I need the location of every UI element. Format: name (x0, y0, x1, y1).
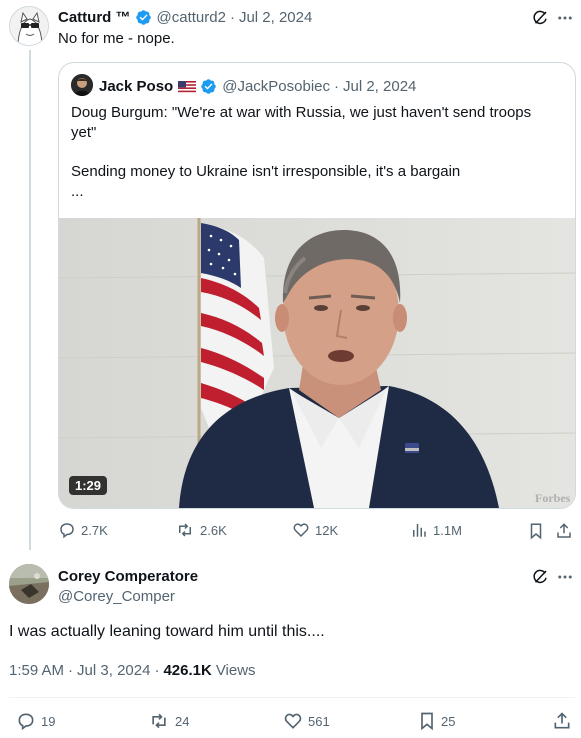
post1-text: No for me - nope. (58, 30, 175, 47)
separator-dot: · (154, 661, 160, 679)
post2-reply-button[interactable]: 19 (16, 711, 55, 731)
video-player[interactable]: Forbes 1:29 (59, 218, 575, 508)
post1-header: Catturd ™ @catturd2 · Jul 2, 2024 (58, 7, 312, 27)
post1-repost-count: 2.6K (200, 522, 227, 538)
share-icon[interactable] (554, 521, 574, 541)
post1-reply-count: 2.7K (81, 522, 108, 538)
post2-views-label: Views (215, 661, 256, 679)
us-flag-icon (178, 80, 197, 93)
post1-like-count: 12K (315, 522, 339, 538)
quote-date: Jul 2, 2024 (343, 77, 417, 95)
post2-text: I was actually leaning toward him until … (9, 623, 325, 640)
post1-date[interactable]: Jul 2, 2024 (239, 9, 312, 26)
quote-header: Jack Poso @JackPosobiec · Jul 2, 2024 (99, 76, 416, 96)
verified-badge-icon (135, 9, 152, 26)
quote-text-line1: Doug Burgum: "We're at war with Russia, … (71, 104, 532, 121)
post2-bookmark-count: 25 (441, 713, 456, 729)
forbes-watermark: Forbes (535, 491, 571, 505)
more-options-icon[interactable] (554, 7, 576, 29)
like-icon (284, 713, 302, 729)
thread-connector-line (29, 50, 31, 550)
post2-time[interactable]: 1:59 AM (9, 662, 64, 679)
post2-author-name[interactable]: Corey Comperatore (58, 568, 198, 585)
post2-like-button[interactable]: 561 (283, 711, 330, 731)
video-duration-badge: 1:29 (69, 476, 108, 495)
post2-repost-button[interactable]: 24 (148, 711, 189, 731)
bookmark-icon (421, 712, 433, 731)
catturd-avatar[interactable] (9, 6, 49, 46)
share-icon[interactable] (551, 710, 573, 732)
post1-like-button[interactable]: 12K (292, 521, 338, 539)
divider (9, 697, 575, 698)
post2-date[interactable]: Jul 3, 2024 (77, 662, 150, 679)
reply-icon (60, 523, 74, 539)
post2-meta: 1:59 AM · Jul 3, 2024 · 426.1K Views (9, 660, 256, 680)
separator-dot: · (334, 77, 339, 95)
corey-avatar[interactable] (9, 564, 49, 604)
post2-repost-count: 24 (175, 713, 190, 729)
post2-handle[interactable]: @Corey_Comper (58, 588, 175, 605)
quote-text-line3: Sending money to Ukraine isn't irrespons… (71, 163, 461, 180)
repost-icon (152, 713, 166, 729)
post1-views-button[interactable]: 1.1M (410, 521, 462, 539)
views-chart-icon (413, 524, 426, 537)
post2-author-name-row: Corey Comperatore (58, 566, 198, 586)
post1-author-name[interactable]: Catturd ™ (58, 9, 131, 26)
post1-repost-button[interactable]: 2.6K (175, 521, 227, 539)
video-thumbnail: Forbes (59, 218, 575, 508)
post2-like-count: 561 (308, 713, 330, 729)
post2-views-count: 426.1K (163, 661, 212, 679)
repost-icon (179, 523, 191, 537)
post2-bookmark-button[interactable]: 25 (418, 711, 455, 731)
quote-author-name: Jack Poso (99, 77, 174, 95)
like-icon (293, 523, 309, 538)
verified-badge-icon (200, 78, 217, 95)
grok-icon[interactable] (529, 7, 551, 29)
post1-reply-button[interactable]: 2.7K (58, 521, 108, 539)
jackposo-avatar (71, 74, 93, 96)
grok-icon[interactable] (529, 566, 551, 588)
quote-handle: @JackPosobiec (222, 77, 330, 95)
quoted-post[interactable]: Jack Poso @JackPosobiec · Jul 2, 2024 Do… (58, 62, 576, 509)
post2-reply-count: 19 (41, 713, 56, 729)
separator-dot: · (68, 661, 74, 679)
quote-text-line2: yet" (71, 124, 97, 141)
bookmark-icon[interactable] (526, 521, 546, 541)
post1-handle[interactable]: @catturd2 (157, 9, 226, 26)
reply-icon (18, 713, 34, 731)
separator-dot: · (229, 8, 235, 26)
post1-view-count: 1.1M (433, 522, 462, 538)
quote-text-line4: ... (71, 183, 84, 200)
post2-handle-row: @Corey_Comper (58, 586, 175, 606)
more-options-icon[interactable] (554, 566, 576, 588)
